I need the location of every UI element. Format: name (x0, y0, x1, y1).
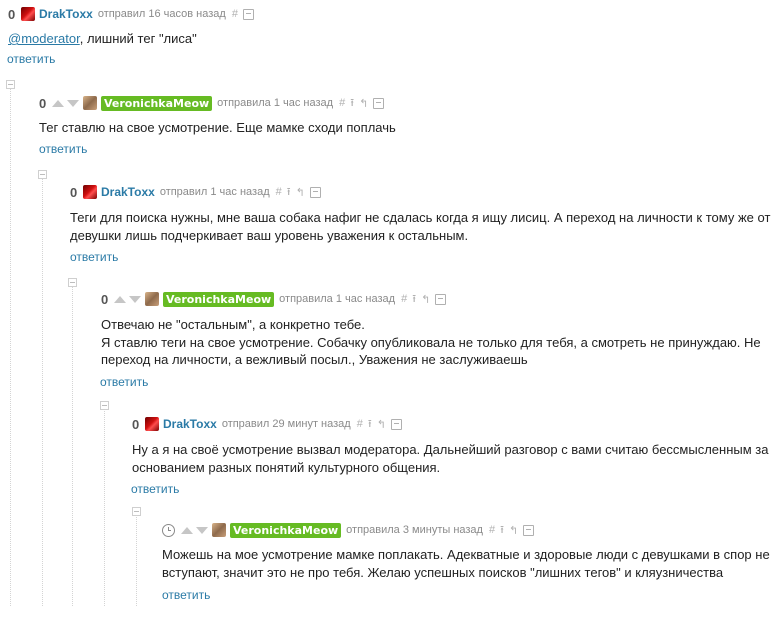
user-avatar[interactable] (21, 7, 35, 21)
comment-text-line: переход на личности, а вежливый посыл., … (101, 352, 528, 367)
comment-text-line: Я ставлю теги на свое усмотрение. Собачк… (101, 334, 761, 350)
upvote-icon[interactable] (52, 99, 64, 107)
save-icon[interactable] (373, 97, 385, 109)
comment-header: 0 DrakToxx отправил 1 час назад # ⭱ ↰ (70, 183, 321, 201)
comment-text: Тег ставлю на свое усмотрение. Еще мамке… (39, 120, 396, 135)
downvote-icon[interactable] (196, 526, 208, 534)
collapse-toggle[interactable] (100, 401, 109, 410)
comment-rating: 0 (70, 184, 78, 200)
reply-link[interactable]: ответить (162, 588, 210, 602)
hash-link-icon[interactable]: # (276, 186, 282, 198)
collapse-toggle[interactable] (6, 80, 15, 89)
comment-text-line: вступают, значит это не про тебя. Желаю … (162, 564, 724, 580)
comment-body: @moderator, лишний тег "лиса" (8, 30, 197, 48)
parent-comment-icon[interactable]: ↰ (296, 186, 305, 199)
reply-link[interactable]: ответить (39, 142, 87, 156)
hash-link-icon[interactable]: # (339, 97, 345, 109)
collapse-toggle[interactable] (68, 278, 77, 287)
user-avatar[interactable] (83, 185, 97, 199)
vote-buttons (181, 526, 208, 534)
thread-line (104, 407, 105, 606)
comment-header: 0 VeronichkaMeow отправила 1 час назад #… (101, 290, 447, 309)
upload-icon[interactable]: ⭱ (500, 521, 504, 540)
downvote-icon[interactable] (67, 99, 79, 107)
comment-text-line: основанием разных понятий культурного об… (132, 459, 441, 475)
upload-icon[interactable]: ⭱ (412, 290, 416, 309)
comment-body: Ну а я на своё усмотрение вызвал модерат… (132, 441, 768, 476)
save-icon[interactable] (435, 293, 447, 305)
comment-header: 0 DrakToxx отправил 29 минут назад # ⭱ ↰ (132, 415, 402, 433)
upvote-icon[interactable] (181, 526, 193, 534)
comment-text-line: девушки лишь подчеркивает ваш уровень ув… (70, 227, 469, 243)
user-avatar[interactable] (83, 96, 97, 110)
comment-timestamp[interactable]: отправил 29 минут назад (222, 418, 351, 430)
save-icon[interactable] (390, 418, 402, 430)
comment-text: , лишний тег "лиса" (79, 31, 197, 46)
comment-rating: 0 (39, 95, 47, 111)
parent-comment-icon[interactable]: ↰ (509, 524, 518, 537)
upload-icon[interactable]: ⭱ (350, 94, 354, 113)
comment-timestamp[interactable]: отправил 1 час назад (160, 186, 270, 198)
hash-link-icon[interactable]: # (357, 418, 363, 430)
vote-buttons (114, 295, 141, 303)
comment-text-line: Отвечаю не "остальным", а конкретно тебе… (101, 317, 365, 332)
vote-buttons (52, 99, 79, 107)
comment-rating: 0 (132, 416, 140, 432)
reply-link[interactable]: ответить (100, 375, 148, 389)
username-link[interactable]: DrakToxx (101, 185, 155, 199)
comment-timestamp[interactable]: отправила 1 час назад (217, 97, 333, 109)
upload-icon[interactable]: ⭱ (287, 183, 291, 202)
hash-link-icon[interactable]: # (489, 524, 495, 536)
comment-header: 0 DrakToxx отправил 16 часов назад # (8, 5, 254, 23)
collapse-toggle[interactable] (38, 170, 47, 179)
hash-link-icon[interactable]: # (232, 8, 238, 20)
upvote-icon[interactable] (114, 295, 126, 303)
comment-rating: 0 (101, 291, 109, 307)
thread-line (42, 176, 43, 606)
thread-line (72, 284, 73, 606)
collapse-toggle[interactable] (132, 507, 141, 516)
save-icon[interactable] (242, 8, 254, 20)
clock-icon (162, 523, 175, 537)
hash-link-icon[interactable]: # (401, 293, 407, 305)
comment-rating: 0 (8, 6, 16, 22)
user-avatar[interactable] (145, 417, 159, 431)
comment-text-line: Ну а я на своё усмотрение вызвал модерат… (132, 442, 769, 457)
username-badge[interactable]: VeronichkaMeow (163, 291, 275, 307)
thread-line (10, 86, 11, 606)
parent-comment-icon[interactable]: ↰ (359, 97, 368, 110)
comment-header: VeronichkaMeow отправила 3 минуты назад … (162, 521, 535, 540)
comment-text-line: Можешь на мое усмотрение мамке поплакать… (162, 547, 770, 562)
reply-link[interactable]: ответить (70, 250, 118, 264)
comment-timestamp[interactable]: отправила 1 час назад (279, 293, 395, 305)
reply-link[interactable]: ответить (131, 482, 179, 496)
comment-body: Тег ставлю на свое усмотрение. Еще мамке… (39, 119, 396, 137)
username-badge[interactable]: VeronichkaMeow (101, 95, 213, 111)
save-icon[interactable] (309, 186, 321, 198)
comment-text-line: Теги для поиска нужны, мне ваша собака н… (70, 210, 771, 225)
comment-timestamp[interactable]: отправил 16 часов назад (98, 8, 226, 20)
username-link[interactable]: DrakToxx (163, 417, 217, 431)
parent-comment-icon[interactable]: ↰ (421, 293, 430, 306)
downvote-icon[interactable] (129, 295, 141, 303)
comment-header: 0 VeronichkaMeow отправила 1 час назад #… (39, 94, 385, 113)
mention-link[interactable]: @moderator (8, 31, 80, 46)
comment-body: Можешь на мое усмотрение мамке поплакать… (162, 546, 770, 581)
parent-comment-icon[interactable]: ↰ (377, 418, 386, 431)
comment-body: Отвечаю не "остальным", а конкретно тебе… (101, 316, 761, 369)
upload-icon[interactable]: ⭱ (368, 415, 372, 434)
user-avatar[interactable] (212, 523, 226, 537)
comment-timestamp[interactable]: отправила 3 минуты назад (346, 524, 483, 536)
username-link[interactable]: DrakToxx (39, 7, 93, 21)
comment-body: Теги для поиска нужны, мне ваша собака н… (70, 209, 770, 244)
username-badge[interactable]: VeronichkaMeow (230, 522, 342, 538)
reply-link[interactable]: ответить (7, 52, 55, 66)
thread-line (136, 513, 137, 606)
save-icon[interactable] (523, 524, 535, 536)
user-avatar[interactable] (145, 292, 159, 306)
